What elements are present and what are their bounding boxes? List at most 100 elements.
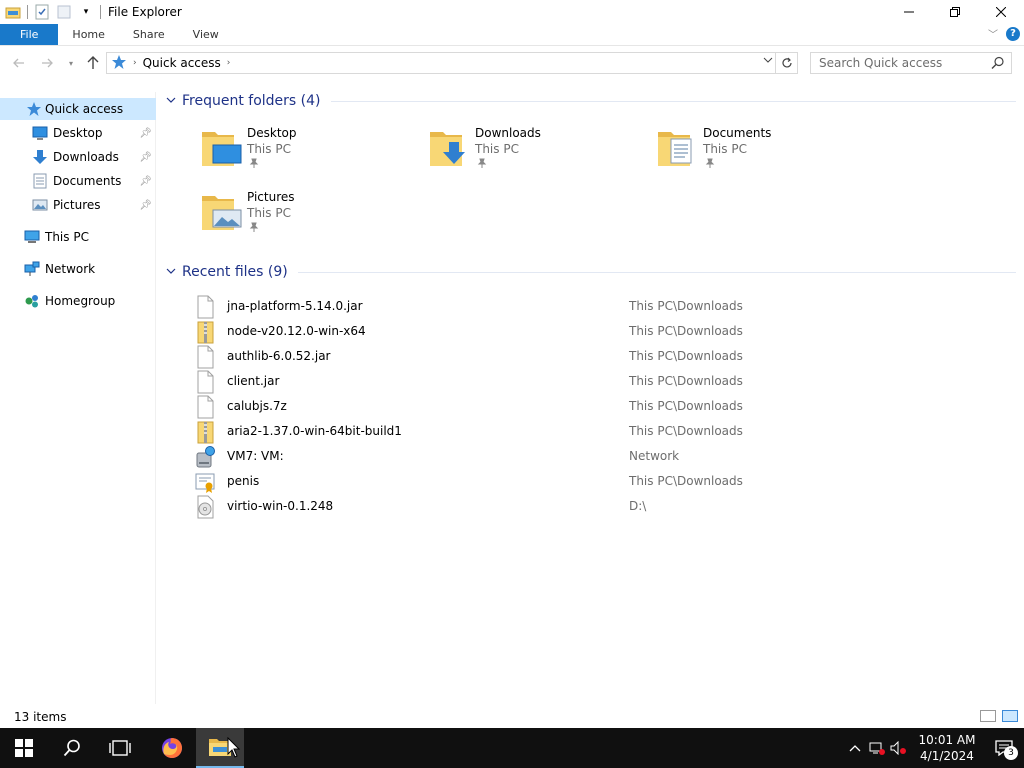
show-hidden-icons-button[interactable] <box>844 728 866 768</box>
nav-item-documents[interactable]: Documents 📌︎ <box>0 170 156 192</box>
status-bar: 13 items <box>0 706 1024 728</box>
cursor-arrow-icon <box>227 737 241 758</box>
minimize-button[interactable] <box>886 0 932 24</box>
details-view-icon[interactable] <box>980 710 996 722</box>
recent-file-row[interactable]: calubjs.7z This PC\Downloads <box>194 394 1014 419</box>
group-title: Frequent folders (4) <box>182 93 321 109</box>
up-button[interactable] <box>84 54 102 72</box>
navigation-pane: Quick access Desktop 📌︎ Downloads 📌︎ Doc… <box>0 92 156 704</box>
recent-file-row[interactable]: penis This PC\Downloads <box>194 469 1014 494</box>
volume-muted-icon[interactable] <box>888 728 910 768</box>
file-location: This PC\Downloads <box>629 399 743 413</box>
file-icon <box>194 370 216 394</box>
collapse-chevron-icon[interactable] <box>166 95 176 108</box>
recent-file-row[interactable]: virtio-win-0.1.248 D:\ <box>194 494 1014 519</box>
pin-icon <box>705 158 715 171</box>
nav-item-this-pc[interactable]: This PC <box>0 226 156 248</box>
file-icon <box>194 295 216 319</box>
file-location: This PC\Downloads <box>629 474 743 488</box>
folder-location: This PC <box>475 142 519 156</box>
recent-locations-button[interactable]: ▾ <box>62 54 80 72</box>
forward-button[interactable] <box>38 54 56 72</box>
frequent-folders-header[interactable]: Frequent folders (4) <box>164 91 1016 111</box>
pin-icon: 📌︎ <box>139 127 152 139</box>
help-icon[interactable]: ? <box>1006 26 1020 41</box>
file-location: D:\ <box>629 499 647 513</box>
pin-icon: 📌︎ <box>139 151 152 163</box>
pin-icon: 📌︎ <box>139 175 152 187</box>
firefox-taskbar-button[interactable] <box>148 728 196 768</box>
tab-home[interactable]: Home <box>58 24 118 45</box>
new-folder-icon[interactable] <box>56 4 72 20</box>
desktop-icon <box>32 125 48 141</box>
network-status-icon[interactable] <box>866 728 888 768</box>
computer-icon <box>24 229 40 245</box>
nav-item-pictures[interactable]: Pictures 📌︎ <box>0 194 156 216</box>
expand-ribbon-icon[interactable]: ﹀ <box>988 26 998 41</box>
restore-button[interactable] <box>932 0 978 24</box>
folder-tile-pictures[interactable]: Pictures This PC <box>201 190 421 246</box>
view-switcher <box>980 710 1018 722</box>
window-controls <box>886 0 1024 24</box>
nav-label: Quick access <box>45 102 124 116</box>
search-taskbar-button[interactable] <box>48 728 96 768</box>
quick-access-star-icon <box>111 54 127 73</box>
recent-file-row[interactable]: client.jar This PC\Downloads <box>194 369 1014 394</box>
recent-files-header[interactable]: Recent files (9) <box>164 262 1016 282</box>
breadcrumb-quick-access[interactable]: Quick access <box>143 56 221 70</box>
clock[interactable]: 10:01 AM 4/1/2024 <box>910 728 984 768</box>
folder-tile-desktop[interactable]: Desktop This PC <box>201 126 421 182</box>
notification-count-badge: 3 <box>1004 746 1018 760</box>
folder-tile-downloads[interactable]: Downloads This PC <box>429 126 649 182</box>
nav-item-desktop[interactable]: Desktop 📌︎ <box>0 122 156 144</box>
folder-name: Downloads <box>475 126 541 140</box>
recent-file-row[interactable]: authlib-6.0.52.jar This PC\Downloads <box>194 344 1014 369</box>
customize-toolbar-icon[interactable]: ▾ <box>78 4 94 20</box>
back-button[interactable] <box>10 54 28 72</box>
desktop-folder-icon <box>201 126 243 168</box>
action-center-button[interactable]: 3 <box>984 728 1024 768</box>
recent-file-row[interactable]: aria2-1.37.0-win-64bit-build1 This PC\Do… <box>194 419 1014 444</box>
folder-tile-documents[interactable]: Documents This PC <box>657 126 877 182</box>
large-icons-view-icon[interactable] <box>1002 710 1018 722</box>
file-icon <box>194 395 216 419</box>
tab-share[interactable]: Share <box>119 24 179 45</box>
recent-file-row[interactable]: node-v20.12.0-win-x64 This PC\Downloads <box>194 319 1014 344</box>
collapse-chevron-icon[interactable] <box>166 266 176 279</box>
nav-item-homegroup[interactable]: Homegroup <box>0 290 156 312</box>
file-name: calubjs.7z <box>227 399 287 413</box>
folder-location: This PC <box>247 142 291 156</box>
network-drive-icon <box>194 445 216 469</box>
start-button[interactable] <box>0 728 48 768</box>
firefox-icon <box>162 738 182 758</box>
group-divider <box>330 100 1016 102</box>
file-name: jna-platform-5.14.0.jar <box>227 299 363 313</box>
file-location: This PC\Downloads <box>629 324 743 338</box>
nav-label: This PC <box>45 230 89 244</box>
properties-icon[interactable] <box>34 4 50 20</box>
close-button[interactable] <box>978 0 1024 24</box>
nav-item-quick-access[interactable]: Quick access <box>0 98 156 120</box>
breadcrumb-chevron-icon[interactable]: › <box>227 58 231 68</box>
tab-view[interactable]: View <box>179 24 233 45</box>
nav-label: Pictures <box>53 198 101 212</box>
address-bar[interactable]: › Quick access › <box>106 52 798 74</box>
tab-file[interactable]: File <box>0 24 59 45</box>
address-dropdown-icon[interactable] <box>763 55 773 68</box>
clock-time: 10:01 AM <box>918 733 976 747</box>
refresh-button[interactable] <box>775 53 797 73</box>
folder-name: Pictures <box>247 190 295 204</box>
zip-folder-icon <box>194 320 216 344</box>
group-divider <box>297 271 1016 273</box>
search-box[interactable]: Search Quick access <box>810 52 1012 74</box>
nav-item-network[interactable]: Network <box>0 258 156 280</box>
nav-item-downloads[interactable]: Downloads 📌︎ <box>0 146 156 168</box>
explorer-app-icon[interactable] <box>5 4 21 20</box>
breadcrumb-chevron-icon[interactable]: › <box>133 58 137 68</box>
windows-logo-icon <box>15 739 33 757</box>
task-view-button[interactable] <box>96 728 144 768</box>
recent-file-row[interactable]: VM7: VM: Network <box>194 444 1014 469</box>
taskbar: 10:01 AM 4/1/2024 3 <box>0 728 1024 768</box>
search-icon[interactable] <box>991 56 1005 73</box>
recent-file-row[interactable]: jna-platform-5.14.0.jar This PC\Download… <box>194 294 1014 319</box>
